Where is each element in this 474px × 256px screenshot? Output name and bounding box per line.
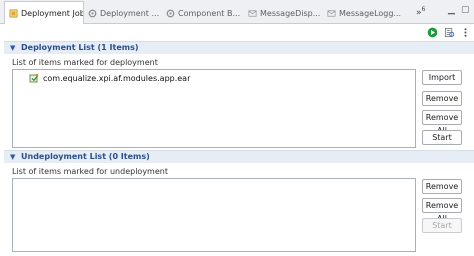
maximize-icon[interactable]: ▢ [461,5,470,15]
tab-overflow-button[interactable]: »6 [416,6,425,18]
list-item-label: com.equalize.xpi.af.modules.app.ear [43,73,191,83]
undeployment-list-caption: List of items marked for undeployment [12,167,168,176]
tab-deployment-job[interactable]: Deployment Job ⨯ [4,1,84,24]
tab-label: MessageDisp... [260,8,321,18]
overflow-count: 6 [421,6,426,13]
deployment-job-icon [9,9,18,17]
view-icon[interactable] [444,27,455,38]
deployment-list-caption: List of items marked for deployment [12,58,158,67]
component-icon [166,9,175,17]
deployment-list-title: Deployment List (1 Items) [21,43,139,52]
tab-message-disp[interactable]: MessageDisp... [248,2,322,24]
import-button[interactable]: Import [422,70,462,85]
minimize-icon[interactable]: ▁ [448,5,455,15]
start-button[interactable]: Start [422,218,462,233]
deployment-list[interactable]: com.equalize.xpi.af.modules.app.ear [12,69,416,148]
deployment-section-header[interactable]: ▼ Deployment List (1 Items) [4,41,474,54]
menu-icon[interactable] [460,27,471,38]
message-icon [248,9,257,17]
remove-button[interactable]: Remove [422,179,462,194]
ear-file-icon [29,73,39,83]
editor-tab-bar: Deployment Job ⨯ Deployment ... Componen… [0,0,474,24]
tab-label: MessageLogg... [339,8,402,18]
list-item[interactable]: com.equalize.xpi.af.modules.app.ear [29,73,190,83]
tab-message-logg[interactable]: MessageLogg... [327,2,407,24]
tab-label: Deployment ... [100,8,160,18]
tab-component[interactable]: Component B... [166,2,240,24]
remove-all-button[interactable]: Remove All [422,198,462,223]
start-button[interactable]: Start [422,130,462,145]
collapse-chevron-icon[interactable]: ▼ [10,44,15,52]
run-icon[interactable] [427,27,438,38]
tab-deployment[interactable]: Deployment ... [88,2,160,24]
editor-toolbar [0,24,474,40]
undeployment-section-header[interactable]: ▼ Undeployment List (0 Items) [4,150,474,163]
deployment-icon [88,9,97,17]
undeployment-list-title: Undeployment List (0 Items) [21,152,150,161]
undeployment-list[interactable] [12,178,416,252]
message-icon [327,9,336,17]
collapse-chevron-icon[interactable]: ▼ [10,153,15,161]
remove-button[interactable]: Remove [422,91,462,106]
tab-label: Component B... [178,8,240,18]
tab-label: Deployment Job [21,8,84,18]
remove-all-button[interactable]: Remove All [422,110,462,135]
